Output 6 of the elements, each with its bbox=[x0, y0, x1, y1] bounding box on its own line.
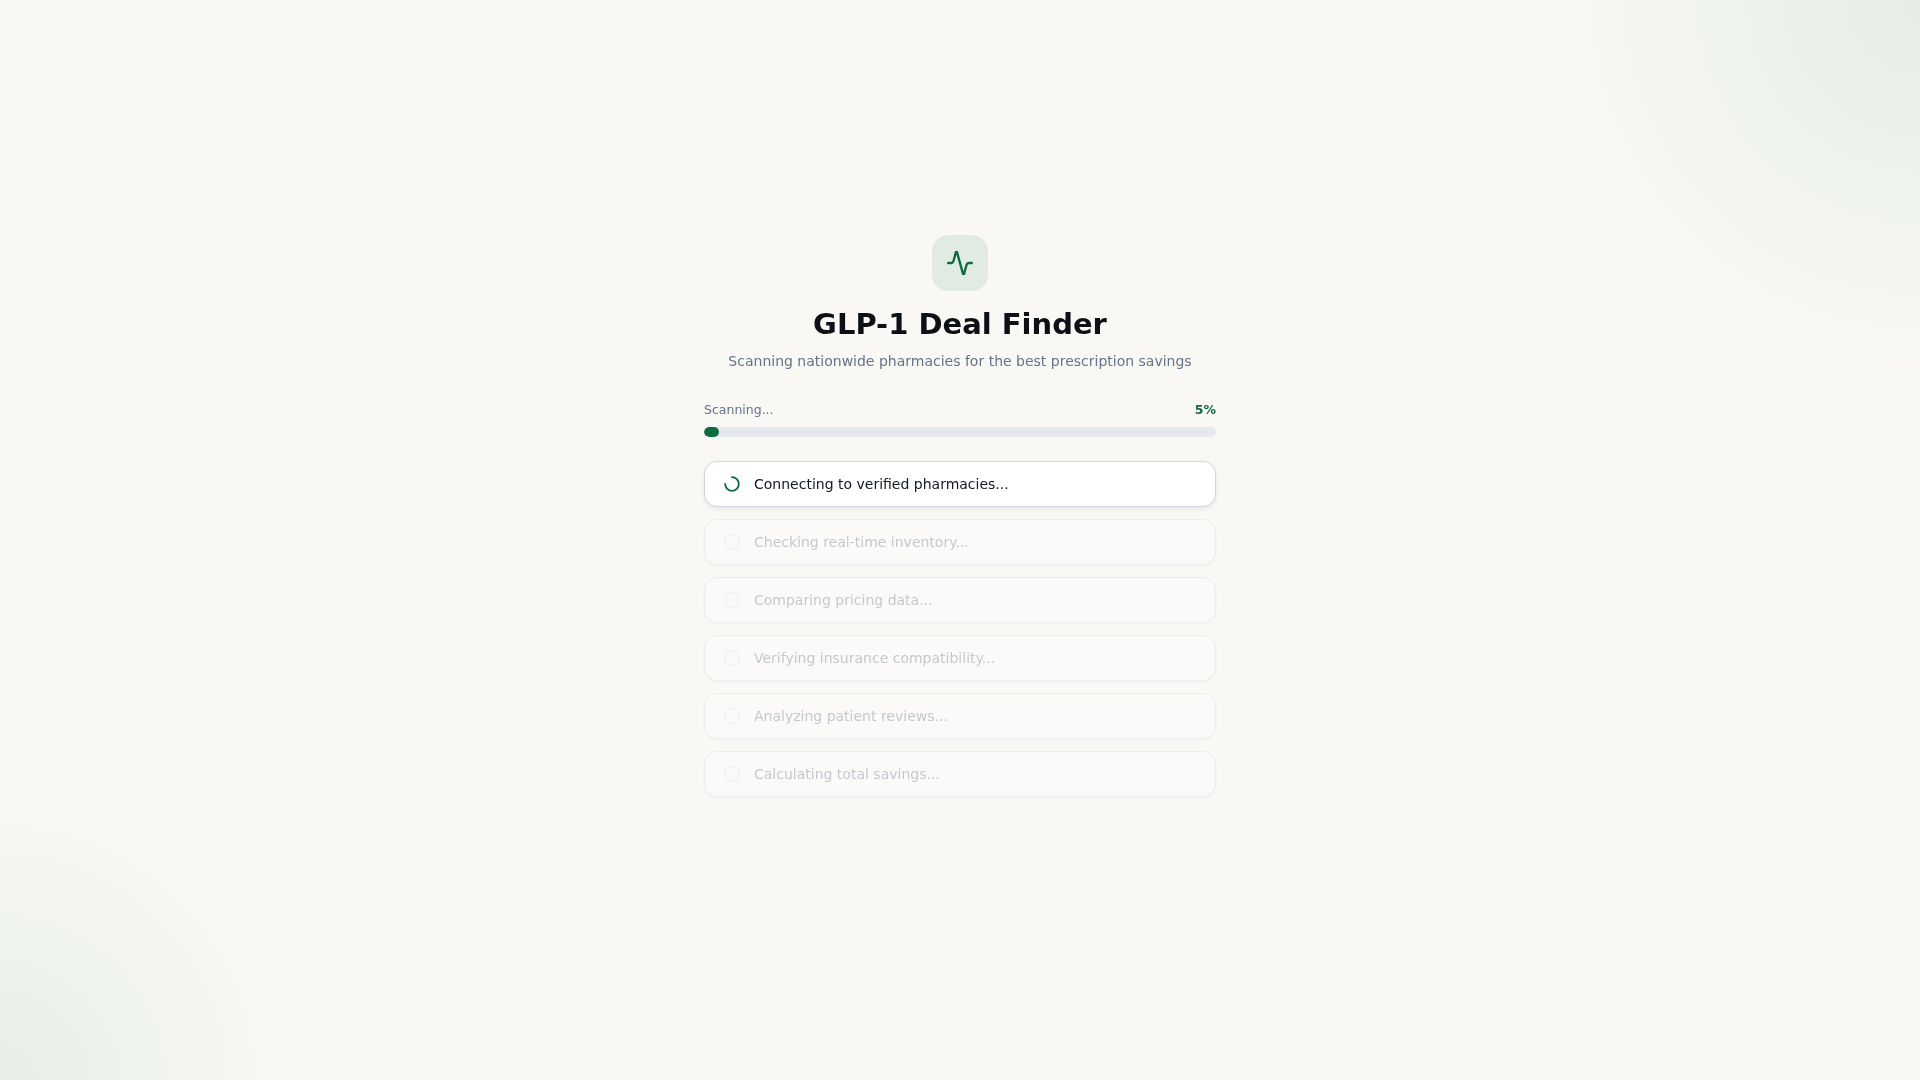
app-subtitle: Scanning nationwide pharmacies for the best prescription savings bbox=[728, 352, 1192, 371]
pulse-line-icon bbox=[947, 251, 973, 275]
step-label: Connecting to verified pharmacies... bbox=[754, 475, 1009, 494]
progress-percent: 5% bbox=[1194, 401, 1216, 419]
progress-label: Scanning... bbox=[704, 401, 774, 419]
app-title: GLP-1 Deal Finder bbox=[813, 306, 1107, 342]
